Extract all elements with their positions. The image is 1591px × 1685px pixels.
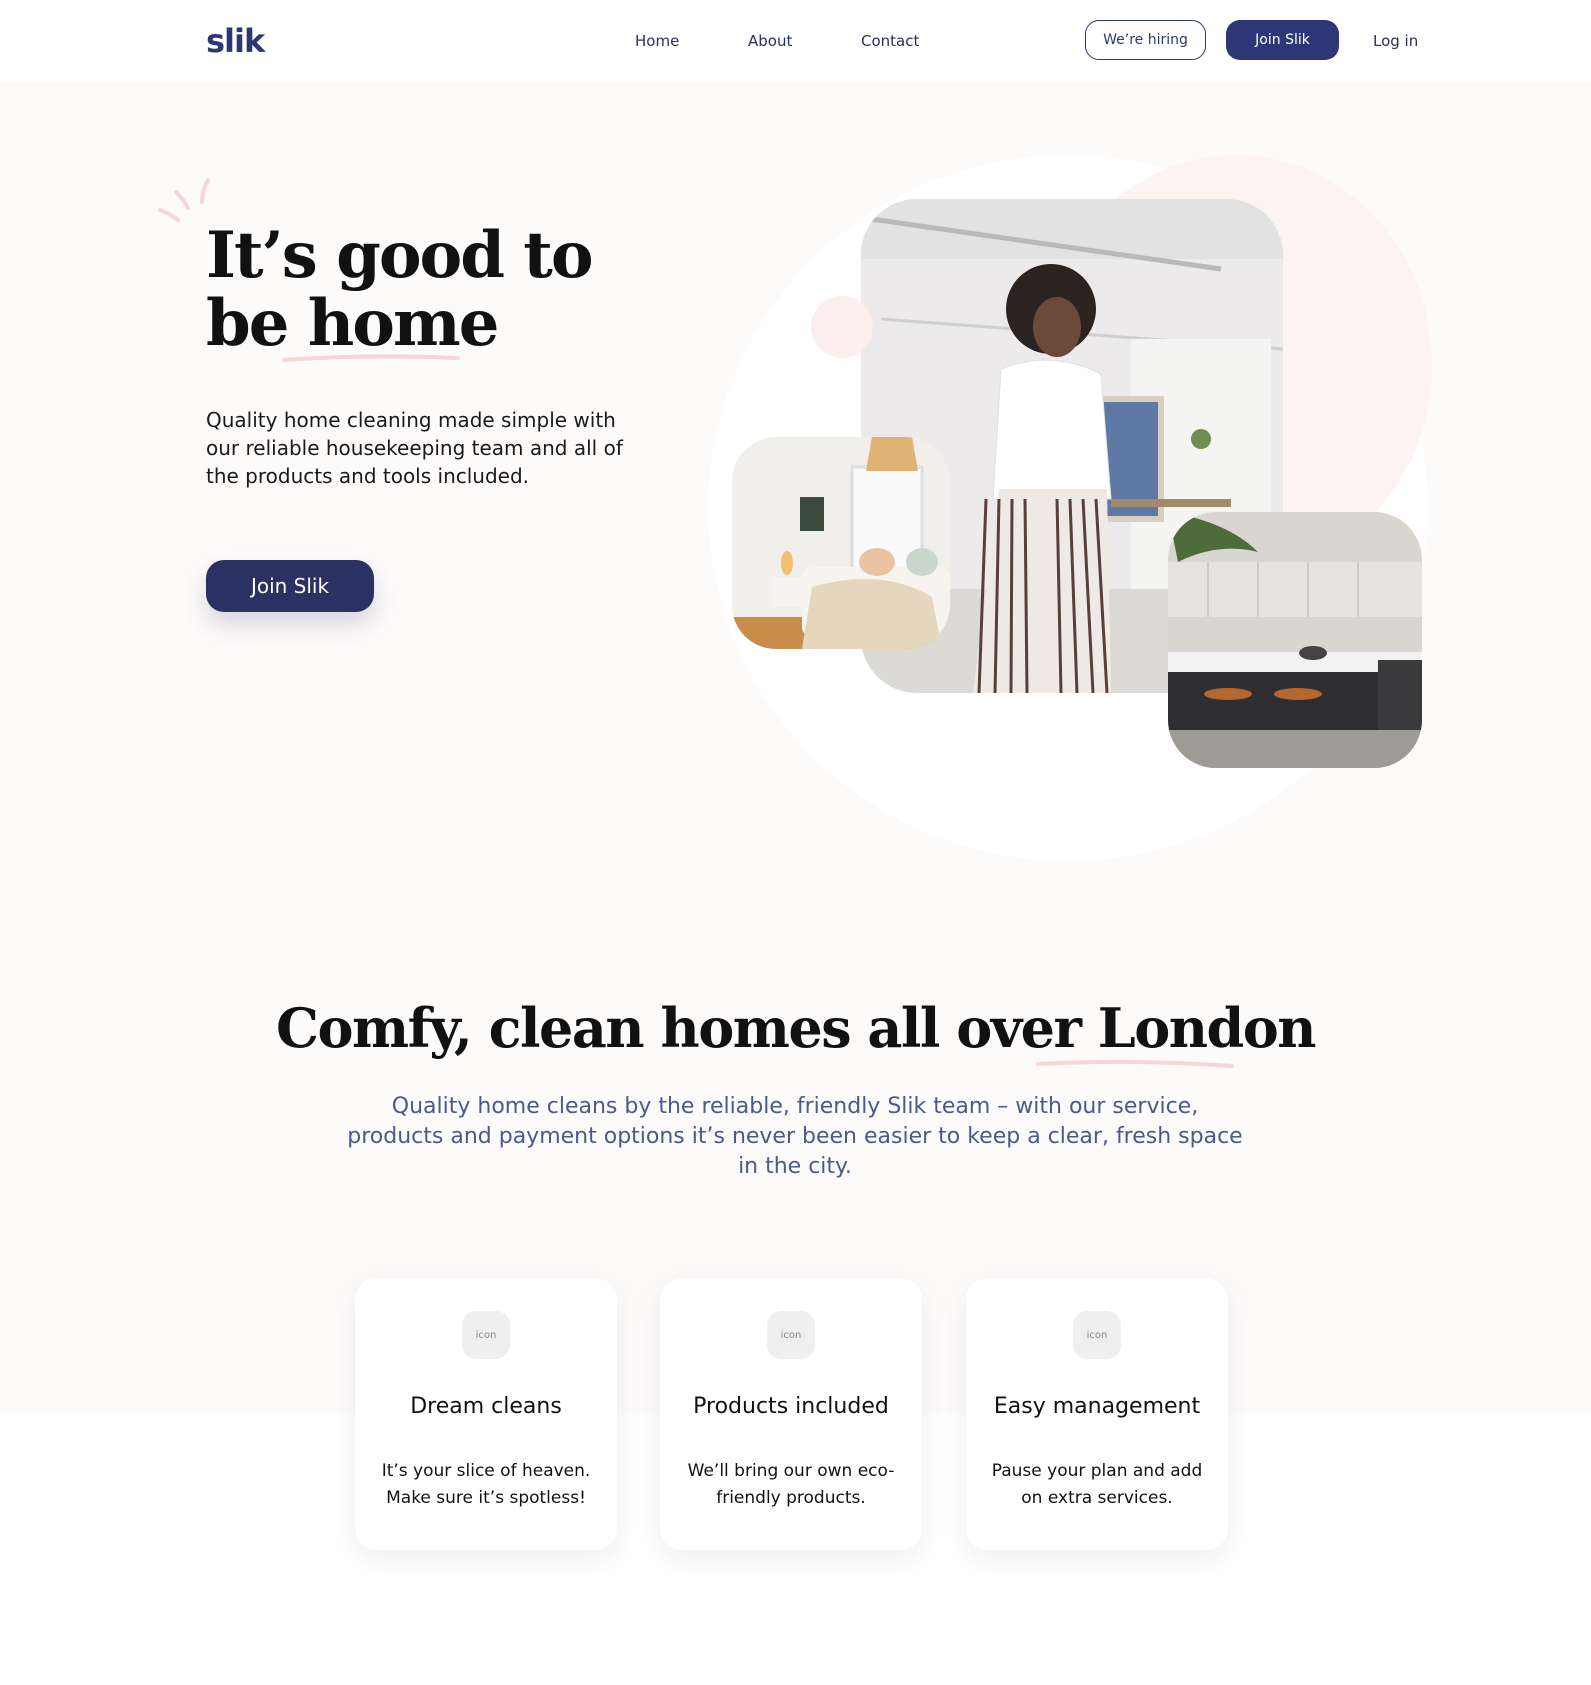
feature-card-easy-management: icon Easy management Pause your plan and… <box>966 1278 1228 1550</box>
products-included-icon: icon <box>767 1311 815 1359</box>
hero-description: Quality home cleaning made simple with o… <box>206 408 623 488</box>
card-title: Products included <box>693 1394 889 1419</box>
card-title: Easy management <box>993 1394 1201 1419</box>
hero-title: It’s good to be home <box>206 222 676 358</box>
hero-title-line-2: be home <box>206 286 499 361</box>
feature-card-dream-cleans: icon Dream cleans It’s your slice of hea… <box>355 1278 617 1550</box>
nav-contact-link[interactable]: Contact <box>861 32 919 50</box>
log-in-link[interactable]: Log in <box>1373 32 1418 50</box>
section-title-underline-decoration <box>1036 1059 1234 1068</box>
title-underline-decoration <box>282 354 460 362</box>
were-hiring-button[interactable]: We’re hiring <box>1085 20 1206 60</box>
decorative-small-circle <box>811 296 873 358</box>
nav-about-link[interactable]: About <box>748 32 792 50</box>
slik-logo[interactable]: slik <box>206 22 265 60</box>
join-slik-header-button[interactable]: Join Slik <box>1226 20 1339 60</box>
join-slik-hero-button[interactable]: Join Slik <box>206 560 374 612</box>
feature-card-products-included: icon Products included We’ll bring our o… <box>660 1278 922 1550</box>
landing-page: slik Home About Contact We’re hiring Joi… <box>0 0 1591 1685</box>
card-text: We’ll bring our own eco-friendly product… <box>687 1461 895 1508</box>
easy-management-icon: icon <box>1073 1311 1121 1359</box>
site-header: slik Home About Contact We’re hiring Joi… <box>0 0 1591 82</box>
card-text: Pause your plan and add on extra service… <box>991 1461 1203 1508</box>
section-subtitle: Quality home cleans by the reliable, fri… <box>347 1094 1243 1179</box>
nav-home-link[interactable]: Home <box>635 32 679 50</box>
kitchen-photo <box>1168 512 1422 768</box>
bedroom-photo <box>732 437 950 649</box>
card-text: It’s your slice of heaven. Make sure it’… <box>381 1461 591 1508</box>
section-title: Comfy, clean homes all over London <box>275 996 1317 1060</box>
card-title: Dream cleans <box>410 1394 562 1419</box>
dream-cleans-icon: icon <box>462 1311 510 1359</box>
hero-title-line-1: It’s good to <box>206 218 594 293</box>
